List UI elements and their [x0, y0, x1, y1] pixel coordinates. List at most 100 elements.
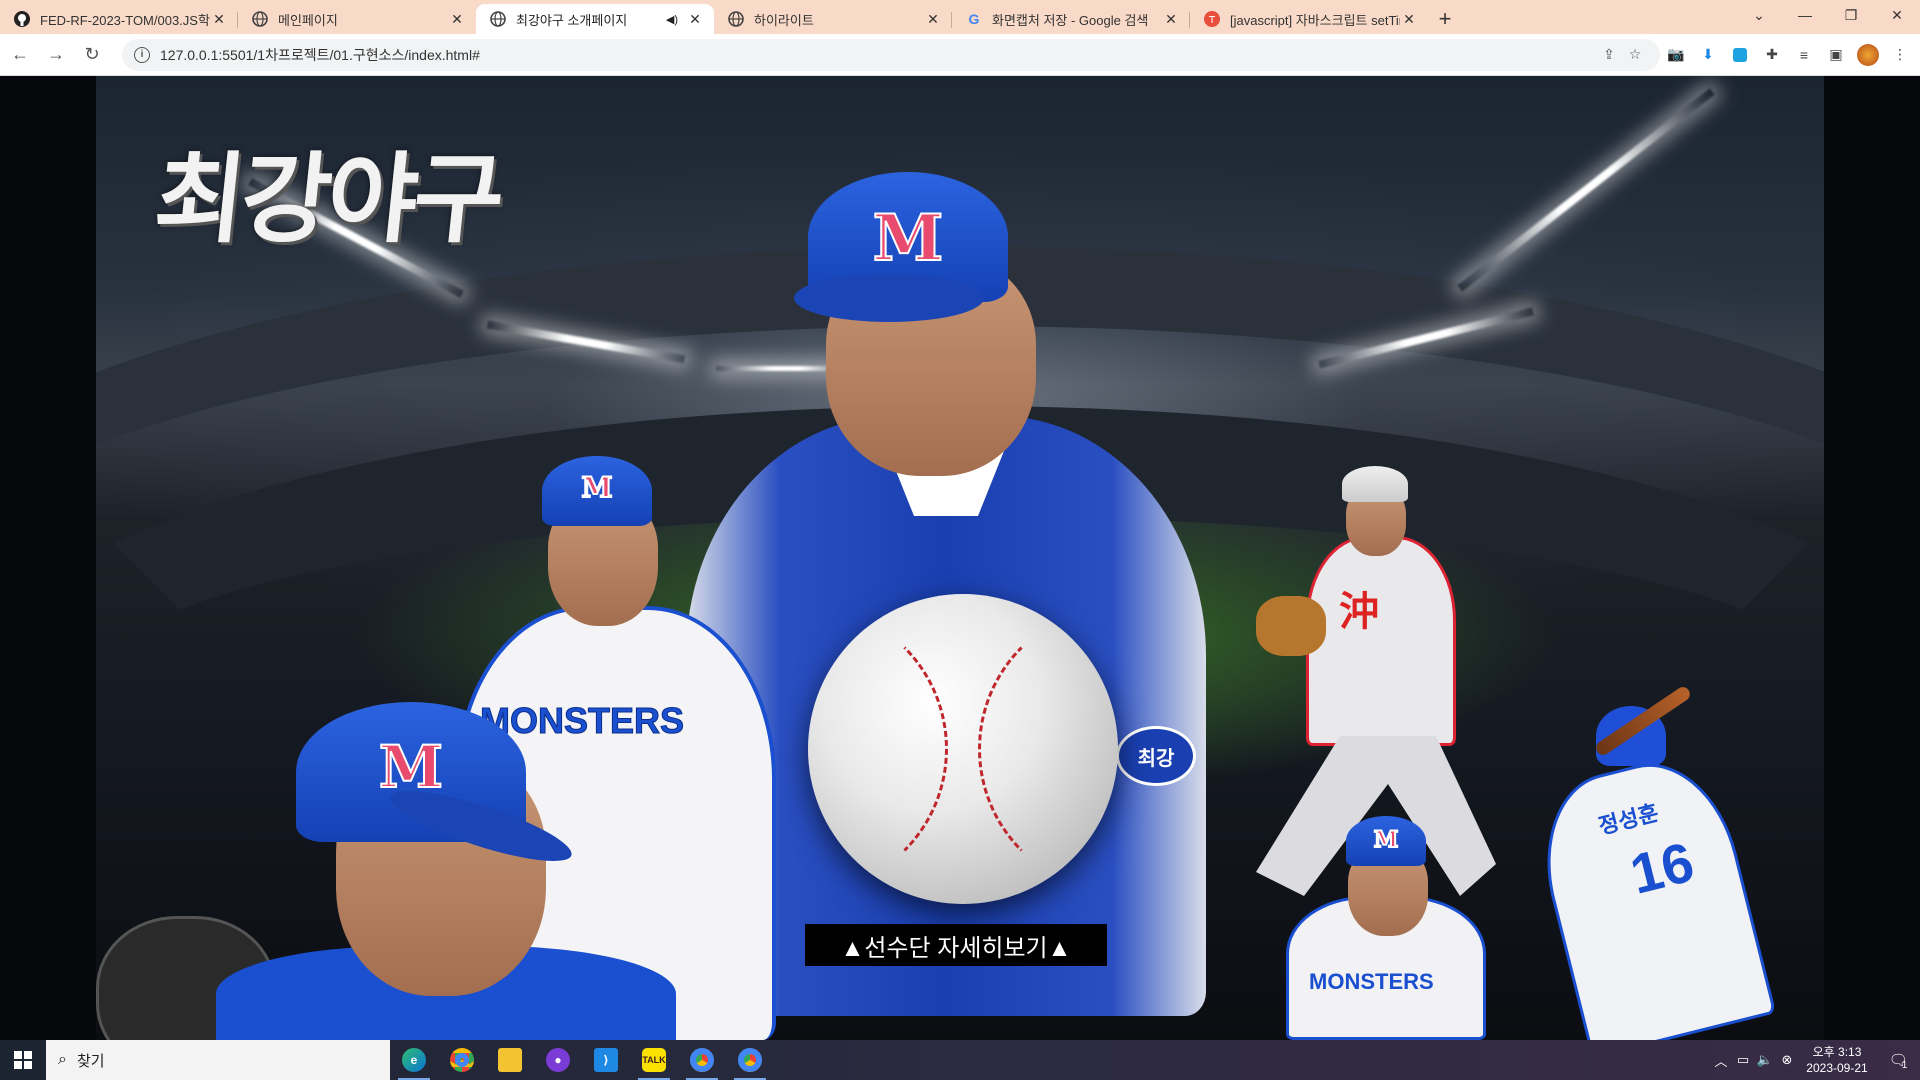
tab-strip: FED-RF-2023-TOM/003.JS학습/ ✕ 메인페이지 ✕ 최강야구… [0, 0, 1920, 34]
taskbar-search-box[interactable]: ⌕ 찾기 [46, 1040, 390, 1080]
cap-m-logo: M [872, 200, 945, 277]
tistory-icon: T [1204, 11, 1220, 27]
tab-highlight[interactable]: 하이라이트 ✕ [714, 4, 952, 34]
taskbar-edge[interactable]: e [390, 1040, 438, 1080]
windows-start-button[interactable] [0, 1040, 46, 1080]
file-explorer-icon [498, 1048, 522, 1072]
player-pitcher-closeup: M [96, 616, 676, 1040]
close-icon[interactable]: ✕ [1162, 10, 1180, 28]
search-placeholder: 찾기 [76, 1052, 105, 1070]
batter-number: 16 [1624, 829, 1700, 906]
close-icon[interactable]: ✕ [448, 10, 466, 28]
github-icon [14, 11, 30, 27]
player-batter: 정성훈 16 [1516, 684, 1816, 1040]
address-bar[interactable]: i 127.0.0.1:5501/1차프로젝트/01.구현소스/index.ht… [122, 38, 1660, 71]
new-tab-button[interactable]: + [1428, 4, 1462, 34]
site-info-icon[interactable]: i [134, 46, 150, 63]
back-button[interactable]: ← [4, 39, 36, 71]
media-queue-icon[interactable]: ≡ [1788, 39, 1820, 71]
bookmark-star-icon[interactable]: ☆ [1622, 46, 1648, 63]
tab-title: [javascript] 자바스크립트 setTim [1230, 12, 1400, 28]
clock-time: 오후 3:13 [1812, 1045, 1862, 1059]
taskbar-chrome[interactable] [438, 1040, 486, 1080]
taskbar-clock[interactable]: 오후 3:13 2023-09-21 [1798, 1044, 1876, 1076]
volume-muted-icon[interactable]: 🔈 [1754, 1052, 1776, 1068]
jersey-chest-kanji: 沖 [1339, 590, 1379, 634]
taskbar-vscode[interactable]: ⟩ [582, 1040, 630, 1080]
url-text[interactable]: 127.0.0.1:5501/1차프로젝트/01.구현소스/index.html… [160, 45, 1596, 65]
globe-icon [728, 11, 744, 27]
extension-blue-icon[interactable] [1724, 39, 1756, 71]
tab-intro-page[interactable]: 최강야구 소개페이지 ◀) ✕ [476, 4, 714, 34]
tab-search-icon[interactable]: ⌄ [1736, 0, 1782, 30]
taskbar-github-desktop[interactable]: ● [534, 1040, 582, 1080]
page-viewport: 최강야구 M 최강 MONSTERS M M 沖 정성훈 16 MONSTERS… [0, 76, 1920, 1040]
close-icon[interactable]: ✕ [686, 10, 704, 28]
chrome-icon [450, 1048, 474, 1072]
globe-icon [490, 11, 506, 27]
tab-main-page[interactable]: 메인페이지 ✕ [238, 4, 476, 34]
edge-icon: e [402, 1048, 426, 1072]
tab-title: 메인페이지 [278, 12, 338, 28]
taskbar-file-explorer[interactable] [486, 1040, 534, 1080]
infielder-cap: M [542, 456, 652, 526]
chrome-icon [690, 1048, 714, 1072]
status-error-icon[interactable]: ⊗ [1776, 1052, 1798, 1068]
notification-count: 1 [1901, 1059, 1908, 1071]
tab-title: 하이라이트 [754, 12, 814, 28]
taskbar-chrome-2[interactable] [678, 1040, 726, 1080]
catcher-jersey-wordmark: MONSTERS [1309, 969, 1434, 994]
tab-github[interactable]: FED-RF-2023-TOM/003.JS학습/ ✕ [0, 4, 238, 34]
side-panel-icon[interactable]: ▣ [1820, 39, 1852, 71]
forward-button[interactable]: → [40, 39, 72, 71]
close-icon[interactable]: ✕ [1400, 10, 1418, 28]
close-window-button[interactable]: ✕ [1874, 0, 1920, 30]
batter-jersey: 정성훈 16 [1525, 747, 1777, 1040]
search-icon: ⌕ [58, 1051, 67, 1068]
network-icon[interactable]: ▭ [1732, 1052, 1754, 1068]
clock-date: 2023-09-21 [1806, 1061, 1868, 1075]
batter-name: 정성훈 [1596, 799, 1661, 839]
tab-title: FED-RF-2023-TOM/003.JS학습/ [40, 12, 210, 28]
globe-icon [252, 11, 268, 27]
puzzle-extensions-icon[interactable]: ✚ [1756, 39, 1788, 71]
reload-button[interactable]: ↻ [76, 39, 108, 71]
window-controls: ⌄ — ❐ ✕ [1736, 0, 1920, 30]
github-desktop-icon: ● [546, 1048, 570, 1072]
share-icon[interactable]: ⇪ [1596, 46, 1622, 63]
tab-title: 화면캡처 저장 - Google 검색 [992, 12, 1149, 28]
tray-overflow-icon[interactable]: ︿ [1710, 1051, 1732, 1070]
browser-toolbar: ← → ↻ i 127.0.0.1:5501/1차프로젝트/01.구현소스/in… [0, 34, 1920, 76]
restore-button[interactable]: ❐ [1828, 0, 1874, 30]
kakaotalk-icon: TALK [642, 1048, 666, 1072]
vscode-icon: ⟩ [594, 1048, 618, 1072]
pitcher-red-cap [1342, 466, 1408, 502]
view-roster-button[interactable]: ▲선수단 자세히보기▲ [805, 924, 1107, 966]
close-icon[interactable]: ✕ [924, 10, 942, 28]
svg-text:T: T [1208, 15, 1216, 26]
speaker-icon[interactable]: ◀) [666, 13, 678, 26]
choegang-yagu-logo[interactable]: 최강야구 [149, 120, 509, 262]
camera-icon[interactable]: 📷 [1660, 39, 1692, 71]
taskbar-chrome-3[interactable] [726, 1040, 774, 1080]
player-catcher: MONSTERS M [1286, 816, 1486, 1040]
coach-cap-visor [794, 274, 984, 322]
notification-center-button[interactable]: 🗨 1 [1876, 1040, 1920, 1080]
minimize-button[interactable]: — [1782, 0, 1828, 30]
cap-m-logo: M [581, 470, 614, 505]
more-menu-icon[interactable]: ⋮ [1884, 39, 1916, 71]
close-icon[interactable]: ✕ [210, 10, 228, 28]
chrome-icon [738, 1048, 762, 1072]
red-trim-jersey: 沖 [1306, 536, 1456, 746]
tab-tistory[interactable]: T [javascript] 자바스크립트 setTim ✕ [1190, 4, 1428, 34]
windows-taskbar: ⌕ 찾기 e ● ⟩ TALK ︿ ▭ 🔈 ⊗ 오후 3:13 2023-09-… [0, 1040, 1920, 1080]
download-extension-icon[interactable]: ⬇ [1692, 39, 1724, 71]
google-icon: G [968, 11, 980, 27]
profile-avatar[interactable] [1852, 39, 1884, 71]
windows-logo-icon [14, 1051, 32, 1069]
pitcher-glove [1256, 596, 1326, 656]
tab-title: 최강야구 소개페이지 [516, 12, 628, 28]
cap-m-logo: M [1373, 826, 1399, 854]
tab-google-search[interactable]: G 화면캡처 저장 - Google 검색 ✕ [952, 4, 1190, 34]
taskbar-kakaotalk[interactable]: TALK [630, 1040, 678, 1080]
